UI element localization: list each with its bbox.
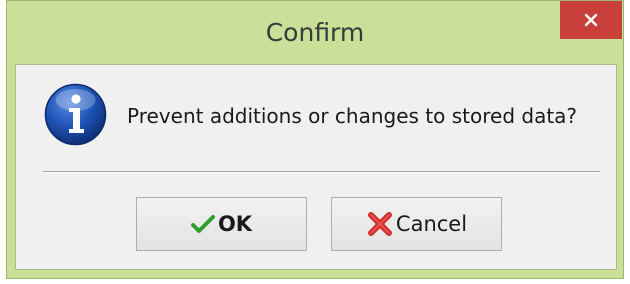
cancel-button-label: Cancel [395,212,468,236]
dialog-content: Prevent additions or changes to stored d… [15,64,617,270]
checkmark-icon [190,214,215,234]
window-title: Confirm [265,18,365,47]
close-icon [583,12,599,28]
cancel-button[interactable]: Cancel [331,197,502,251]
close-button[interactable] [560,1,622,39]
confirm-dialog-window: Confirm Prevent additions or changes to … [6,0,624,279]
info-icon [43,82,108,147]
ok-button[interactable]: OK [136,197,307,251]
separator [43,171,600,173]
cross-icon [366,210,394,238]
ok-button-label: OK [217,212,253,236]
dialog-message: Prevent additions or changes to stored d… [127,104,578,128]
title-bar[interactable]: Confirm [7,1,623,64]
